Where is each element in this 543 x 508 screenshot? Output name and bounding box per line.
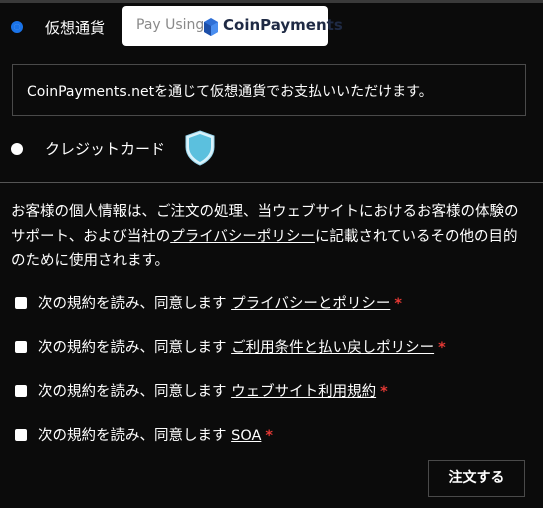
crypto-info-text: CoinPayments.netを通じて仮想通貨でお支払いいただけます。 xyxy=(27,84,433,100)
agree-checkbox-website-terms[interactable] xyxy=(15,385,27,397)
agree-label-terms-refund: 次の規約を読み、同意します ご利用条件と払い戻しポリシー * xyxy=(38,336,446,357)
privacy-and-policy-link[interactable]: プライバシーとポリシー xyxy=(231,296,390,312)
section-divider xyxy=(0,182,543,183)
agree-checkbox-privacy[interactable] xyxy=(15,297,27,309)
place-order-button[interactable]: 注文する xyxy=(428,460,525,497)
required-marker: * xyxy=(380,384,388,400)
card-label[interactable]: クレジットカード xyxy=(45,138,165,159)
website-terms-link[interactable]: ウェブサイト利用規約 xyxy=(231,384,376,400)
badge-prefix: Pay Using xyxy=(136,17,205,33)
soa-link[interactable]: SOA xyxy=(231,428,261,444)
crypto-radio[interactable] xyxy=(11,21,23,33)
crypto-label[interactable]: 仮想通貨 xyxy=(45,17,105,38)
shield-icon xyxy=(185,130,215,166)
agree-prefix: 次の規約を読み、同意します xyxy=(38,384,227,400)
agree-prefix: 次の規約を読み、同意します xyxy=(38,428,227,444)
agree-label-soa: 次の規約を読み、同意します SOA * xyxy=(38,424,273,445)
badge-brand: CoinPayments xyxy=(223,16,343,34)
required-marker: * xyxy=(394,296,402,312)
top-border xyxy=(0,0,543,3)
coinpayments-badge: Pay Using CoinPayments xyxy=(122,6,343,46)
privacy-notice: お客様の個人情報は、ご注文の処理、当ウェブサイトにおけるお客様の体験のサポート、… xyxy=(11,200,531,274)
agree-prefix: 次の規約を読み、同意します xyxy=(38,296,227,312)
required-marker: * xyxy=(438,340,446,356)
agree-label-privacy: 次の規約を読み、同意します プライバシーとポリシー * xyxy=(38,292,402,313)
agree-checkbox-soa[interactable] xyxy=(15,429,27,441)
card-radio[interactable] xyxy=(11,143,23,155)
agree-label-website-terms: 次の規約を読み、同意します ウェブサイト利用規約 * xyxy=(38,380,388,401)
agree-checkbox-terms-refund[interactable] xyxy=(15,341,27,353)
coinpayments-logo-icon xyxy=(204,18,218,36)
crypto-info-box: CoinPayments.netを通じて仮想通貨でお支払いいただけます。 xyxy=(12,64,526,116)
required-marker: * xyxy=(265,428,273,444)
agree-prefix: 次の規約を読み、同意します xyxy=(38,340,227,356)
terms-refund-link[interactable]: ご利用条件と払い戻しポリシー xyxy=(231,340,434,356)
privacy-policy-link[interactable]: プライバシーポリシー xyxy=(170,229,315,245)
